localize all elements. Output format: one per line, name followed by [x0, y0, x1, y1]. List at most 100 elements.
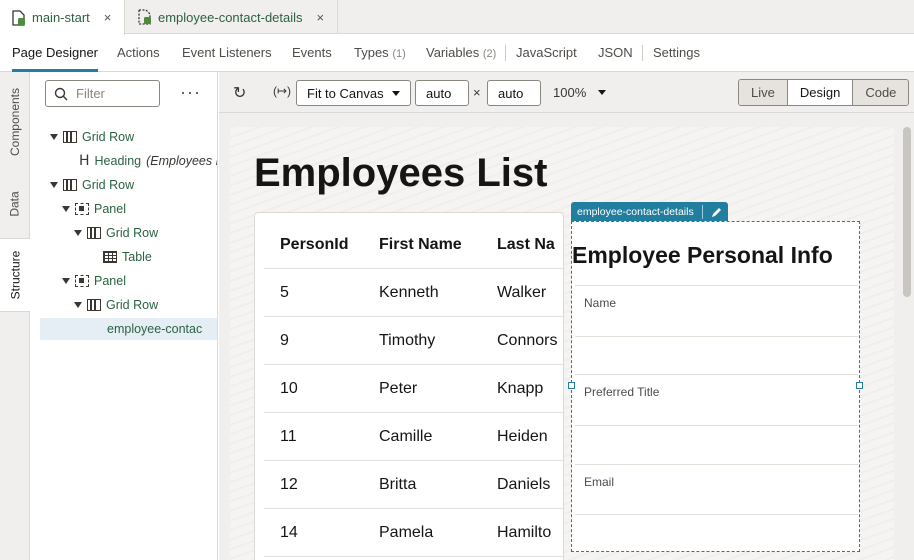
close-icon[interactable]: × — [104, 10, 112, 25]
canvas-width-input[interactable]: auto — [415, 80, 469, 106]
search-icon — [54, 87, 68, 100]
zoom-value: 100% — [553, 85, 587, 100]
tree-node-table[interactable]: Table — [103, 246, 152, 268]
rail-tab-components[interactable]: Components — [0, 72, 30, 172]
chevron-down-icon[interactable] — [50, 134, 58, 140]
fragment-file-icon — [138, 9, 151, 25]
tab-variables[interactable]: Variables (2) — [426, 35, 496, 72]
table-cell: Daniels — [497, 476, 551, 493]
dimension-separator: × — [473, 85, 481, 100]
chevron-down-icon[interactable] — [62, 206, 70, 212]
preferred-title-field-input[interactable] — [575, 425, 858, 426]
tab-types[interactable]: Types (1) — [354, 35, 406, 72]
table-cell: Connors — [497, 332, 558, 349]
zoom-select[interactable]: 100% — [553, 85, 607, 100]
table-row[interactable]: 11 Camille Heiden — [264, 413, 563, 461]
structure-panel: Filter ··· Grid Row H Heading (Employees… — [30, 72, 218, 560]
tab-settings[interactable]: Settings — [653, 35, 700, 72]
tab-json[interactable]: JSON — [598, 35, 633, 72]
grid-row-icon — [87, 227, 101, 239]
chevron-down-icon[interactable] — [74, 230, 82, 236]
divider — [575, 285, 858, 286]
table-cell: 9 — [280, 332, 289, 349]
tree-node-panel[interactable]: Panel — [62, 198, 126, 220]
table-row[interactable]: 5 Kenneth Walker — [264, 269, 563, 317]
rail-tab-data[interactable]: Data — [0, 172, 30, 236]
tab-divider — [505, 45, 506, 61]
tab-variables-count: (2) — [482, 48, 497, 60]
table-row[interactable]: 9 Timothy Connors — [264, 317, 563, 365]
tree-node-label: Panel — [94, 274, 126, 288]
design-canvas: Employees List PersonId First Name Last Na… — [219, 113, 914, 560]
fragment-badge-label: employee-contact-details — [577, 206, 694, 218]
canvas-scrollbar[interactable] — [903, 127, 911, 297]
tab-types-count: (1) — [392, 48, 406, 60]
chevron-down-icon[interactable] — [50, 182, 58, 188]
tree-node-label: Grid Row — [82, 130, 135, 144]
table-cell: Walker — [497, 284, 547, 301]
refresh-icon[interactable]: ↻ — [233, 83, 246, 103]
table-cell: 12 — [280, 476, 298, 493]
name-field-label: Name — [584, 296, 617, 310]
chevron-down-icon[interactable] — [62, 278, 70, 284]
file-tab-employee-contact-details[interactable]: employee-contact-details × — [126, 0, 338, 34]
tab-javascript[interactable]: JavaScript — [516, 35, 577, 72]
table-cell: Hamilto — [497, 524, 552, 541]
employee-contact-details-fragment[interactable]: Employee Personal Info Name Preferred Ti… — [568, 221, 863, 552]
tab-divider — [642, 45, 643, 61]
table-cell: Peter — [379, 380, 418, 397]
tree-node-grid-row[interactable]: Grid Row — [74, 294, 158, 316]
email-field-input[interactable] — [575, 514, 858, 515]
table-cell: Pamela — [379, 524, 434, 541]
close-icon[interactable]: × — [317, 10, 325, 25]
design-mode-button[interactable]: Design — [786, 80, 853, 105]
resize-handle-left[interactable] — [568, 382, 575, 389]
tree-node-panel[interactable]: Panel — [62, 270, 126, 292]
tree-node-label: Table — [122, 250, 152, 264]
tree-node-heading[interactable]: H Heading (Employees L — [79, 150, 217, 172]
table-row[interactable]: 14 Pamela Hamilto — [264, 509, 563, 557]
page-preview: Employees List PersonId First Name Last Na… — [230, 127, 894, 560]
table-cell: Camille — [379, 428, 433, 445]
tree-node-grid-row[interactable]: Grid Row — [50, 126, 134, 148]
fragment-badge[interactable]: employee-contact-details — [571, 202, 728, 222]
designer-tab-bar: Page Designer Actions Event Listeners Ev… — [0, 35, 914, 72]
table-icon — [103, 251, 117, 263]
employees-table-card[interactable]: PersonId First Name Last Na 5 Kenneth Walker 9… — [254, 212, 564, 560]
tab-types-label: Types — [354, 45, 389, 60]
rail-tab-label: Structure — [8, 250, 23, 300]
chevron-down-icon — [598, 90, 607, 95]
divider — [575, 374, 858, 375]
tree-node-grid-row[interactable]: Grid Row — [74, 222, 158, 244]
canvas-toolbar: ↻ (↦) Fit to Canvas auto × auto 100% Liv… — [219, 72, 914, 113]
tree-node-grid-row[interactable]: Grid Row — [50, 174, 134, 196]
fit-to-canvas-select[interactable]: Fit to Canvas — [296, 80, 411, 106]
table-header-row[interactable]: PersonId First Name Last Na — [264, 221, 563, 269]
heading-icon: H — [79, 153, 90, 169]
table-row[interactable]: 10 Peter Knapp — [264, 365, 563, 413]
expression-icon[interactable]: (↦) — [273, 84, 291, 98]
live-mode-button[interactable]: Live — [739, 80, 787, 105]
tab-event-listeners[interactable]: Event Listeners — [182, 35, 272, 72]
table-row[interactable]: 12 Britta Daniels — [264, 461, 563, 509]
resize-handle-right[interactable] — [856, 382, 863, 389]
rail-tab-label: Data — [7, 191, 22, 217]
fit-select-value: Fit to Canvas — [307, 85, 384, 101]
file-tab-main-start[interactable]: main-start × — [0, 0, 125, 35]
chevron-down-icon[interactable] — [74, 302, 82, 308]
tab-page-designer[interactable]: Page Designer — [12, 35, 98, 72]
tab-actions[interactable]: Actions — [117, 35, 160, 72]
code-mode-button[interactable]: Code — [852, 80, 909, 105]
table-cell: Timothy — [379, 332, 436, 349]
name-field-input[interactable] — [575, 336, 858, 337]
tree-node-employee-contact-details[interactable]: employee-contac — [40, 318, 217, 340]
filter-placeholder: Filter — [76, 86, 105, 101]
tab-events[interactable]: Events — [292, 35, 332, 72]
pencil-icon[interactable] — [711, 207, 722, 218]
structure-filter-input[interactable]: Filter — [45, 80, 160, 107]
more-options-icon[interactable]: ··· — [180, 82, 201, 103]
canvas-height-input[interactable]: auto — [487, 80, 541, 106]
rail-tab-structure[interactable]: Structure — [0, 238, 31, 312]
page-heading[interactable]: Employees List — [254, 151, 547, 196]
page-file-icon — [12, 9, 25, 26]
